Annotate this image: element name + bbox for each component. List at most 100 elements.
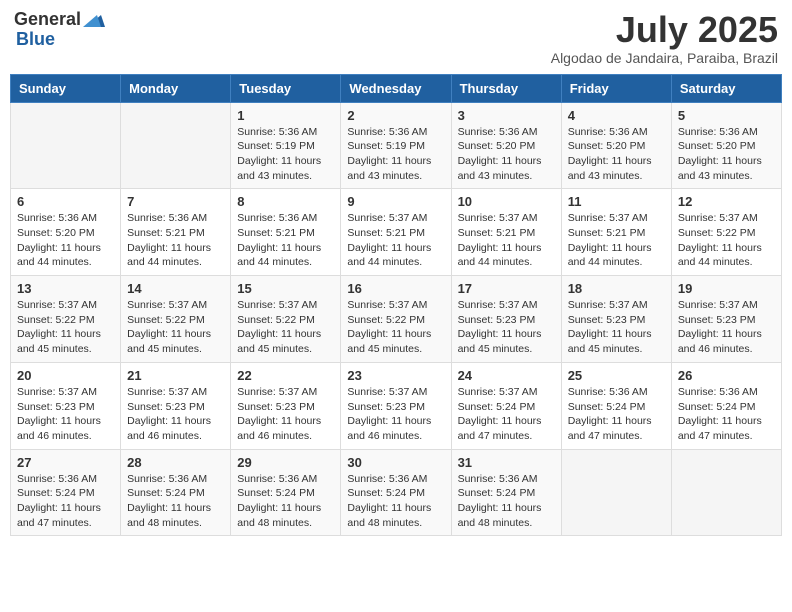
title-section: July 2025 Algodao de Jandaira, Paraiba, … bbox=[551, 10, 778, 66]
table-row: 20 Sunrise: 5:37 AMSunset: 5:23 PMDayligh… bbox=[11, 362, 121, 449]
calendar-week-row: 13 Sunrise: 5:37 AMSunset: 5:22 PMDayligh… bbox=[11, 276, 782, 363]
day-info: Sunrise: 5:37 AMSunset: 5:23 PMDaylight:… bbox=[17, 385, 114, 444]
day-number: 11 bbox=[568, 194, 665, 209]
table-row bbox=[671, 449, 781, 536]
calendar-week-row: 1Sunrise: 5:36 AMSunset: 5:19 PMDaylight… bbox=[11, 102, 782, 189]
table-row: 23 Sunrise: 5:37 AMSunset: 5:23 PMDayligh… bbox=[341, 362, 451, 449]
day-number: 18 bbox=[568, 281, 665, 296]
table-row: 22 Sunrise: 5:37 AMSunset: 5:23 PMDayligh… bbox=[231, 362, 341, 449]
month-title: July 2025 bbox=[551, 10, 778, 50]
table-row: 3 Sunrise: 5:36 AMSunset: 5:20 PMDaylight… bbox=[451, 102, 561, 189]
day-info: Sunrise: 5:37 AMSunset: 5:21 PMDaylight:… bbox=[568, 211, 665, 270]
table-row: 5 Sunrise: 5:36 AMSunset: 5:20 PMDaylight… bbox=[671, 102, 781, 189]
table-row: 24 Sunrise: 5:37 AMSunset: 5:24 PMDayligh… bbox=[451, 362, 561, 449]
day-info: Sunrise: 5:37 AMSunset: 5:23 PMDaylight:… bbox=[347, 385, 444, 444]
table-row: 6 Sunrise: 5:36 AMSunset: 5:20 PMDaylight… bbox=[11, 189, 121, 276]
day-info: Sunrise: 5:37 AMSunset: 5:23 PMDaylight:… bbox=[678, 298, 775, 357]
header-friday: Friday bbox=[561, 74, 671, 102]
calendar-week-row: 6 Sunrise: 5:36 AMSunset: 5:20 PMDaylight… bbox=[11, 189, 782, 276]
day-number: 5 bbox=[678, 108, 775, 123]
header-monday: Monday bbox=[121, 74, 231, 102]
table-row: 17 Sunrise: 5:37 AMSunset: 5:23 PMDayligh… bbox=[451, 276, 561, 363]
day-number: 9 bbox=[347, 194, 444, 209]
day-info: Sunrise: 5:36 AMSunset: 5:19 PMDaylight:… bbox=[237, 125, 334, 184]
day-info: Sunrise: 5:36 AMSunset: 5:24 PMDaylight:… bbox=[17, 472, 114, 531]
table-row: 27 Sunrise: 5:36 AMSunset: 5:24 PMDayligh… bbox=[11, 449, 121, 536]
table-row: 18 Sunrise: 5:37 AMSunset: 5:23 PMDayligh… bbox=[561, 276, 671, 363]
table-row: 21 Sunrise: 5:37 AMSunset: 5:23 PMDayligh… bbox=[121, 362, 231, 449]
location-subtitle: Algodao de Jandaira, Paraiba, Brazil bbox=[551, 50, 778, 66]
day-info: Sunrise: 5:36 AMSunset: 5:24 PMDaylight:… bbox=[127, 472, 224, 531]
day-number: 21 bbox=[127, 368, 224, 383]
day-number: 4 bbox=[568, 108, 665, 123]
day-number: 7 bbox=[127, 194, 224, 209]
day-info: Sunrise: 5:36 AMSunset: 5:24 PMDaylight:… bbox=[458, 472, 555, 531]
day-number: 15 bbox=[237, 281, 334, 296]
calendar-header-row: Sunday Monday Tuesday Wednesday Thursday… bbox=[11, 74, 782, 102]
table-row: 31 Sunrise: 5:36 AMSunset: 5:24 PMDayligh… bbox=[451, 449, 561, 536]
table-row: 14Sunrise: 5:37 AMSunset: 5:22 PMDayligh… bbox=[121, 276, 231, 363]
page-header: General Blue July 2025 Algodao de Jandai… bbox=[10, 10, 782, 66]
logo-general-text: General bbox=[14, 10, 81, 30]
table-row: 9Sunrise: 5:37 AMSunset: 5:21 PMDaylight… bbox=[341, 189, 451, 276]
day-number: 25 bbox=[568, 368, 665, 383]
day-info: Sunrise: 5:36 AMSunset: 5:24 PMDaylight:… bbox=[678, 385, 775, 444]
header-saturday: Saturday bbox=[671, 74, 781, 102]
header-tuesday: Tuesday bbox=[231, 74, 341, 102]
day-info: Sunrise: 5:37 AMSunset: 5:22 PMDaylight:… bbox=[678, 211, 775, 270]
day-number: 22 bbox=[237, 368, 334, 383]
day-number: 16 bbox=[347, 281, 444, 296]
table-row: 8 Sunrise: 5:36 AMSunset: 5:21 PMDaylight… bbox=[231, 189, 341, 276]
day-info: Sunrise: 5:36 AMSunset: 5:20 PMDaylight:… bbox=[678, 125, 775, 184]
day-number: 3 bbox=[458, 108, 555, 123]
day-number: 17 bbox=[458, 281, 555, 296]
day-info: Sunrise: 5:36 AMSunset: 5:20 PMDaylight:… bbox=[458, 125, 555, 184]
calendar-week-row: 20 Sunrise: 5:37 AMSunset: 5:23 PMDayligh… bbox=[11, 362, 782, 449]
day-number: 8 bbox=[237, 194, 334, 209]
day-number: 6 bbox=[17, 194, 114, 209]
day-info: Sunrise: 5:37 AMSunset: 5:23 PMDaylight:… bbox=[127, 385, 224, 444]
day-number: 19 bbox=[678, 281, 775, 296]
day-info: Sunrise: 5:37 AMSunset: 5:24 PMDaylight:… bbox=[458, 385, 555, 444]
day-number: 31 bbox=[458, 455, 555, 470]
day-info: Sunrise: 5:36 AMSunset: 5:19 PMDaylight:… bbox=[347, 125, 444, 184]
table-row bbox=[121, 102, 231, 189]
day-number: 26 bbox=[678, 368, 775, 383]
logo: General Blue bbox=[14, 10, 105, 50]
day-number: 30 bbox=[347, 455, 444, 470]
day-info: Sunrise: 5:37 AMSunset: 5:23 PMDaylight:… bbox=[568, 298, 665, 357]
day-info: Sunrise: 5:36 AMSunset: 5:24 PMDaylight:… bbox=[568, 385, 665, 444]
table-row: 1Sunrise: 5:36 AMSunset: 5:19 PMDaylight… bbox=[231, 102, 341, 189]
day-number: 12 bbox=[678, 194, 775, 209]
day-number: 24 bbox=[458, 368, 555, 383]
day-number: 20 bbox=[17, 368, 114, 383]
table-row: 25 Sunrise: 5:36 AMSunset: 5:24 PMDayligh… bbox=[561, 362, 671, 449]
day-number: 2 bbox=[347, 108, 444, 123]
day-number: 10 bbox=[458, 194, 555, 209]
calendar-table: Sunday Monday Tuesday Wednesday Thursday… bbox=[10, 74, 782, 537]
table-row: 28Sunrise: 5:36 AMSunset: 5:24 PMDayligh… bbox=[121, 449, 231, 536]
table-row: 30Sunrise: 5:36 AMSunset: 5:24 PMDayligh… bbox=[341, 449, 451, 536]
day-info: Sunrise: 5:37 AMSunset: 5:22 PMDaylight:… bbox=[347, 298, 444, 357]
day-number: 29 bbox=[237, 455, 334, 470]
day-info: Sunrise: 5:36 AMSunset: 5:21 PMDaylight:… bbox=[237, 211, 334, 270]
day-info: Sunrise: 5:36 AMSunset: 5:20 PMDaylight:… bbox=[17, 211, 114, 270]
day-number: 23 bbox=[347, 368, 444, 383]
day-number: 27 bbox=[17, 455, 114, 470]
table-row: 10Sunrise: 5:37 AMSunset: 5:21 PMDayligh… bbox=[451, 189, 561, 276]
header-sunday: Sunday bbox=[11, 74, 121, 102]
table-row: 19 Sunrise: 5:37 AMSunset: 5:23 PMDayligh… bbox=[671, 276, 781, 363]
day-info: Sunrise: 5:37 AMSunset: 5:22 PMDaylight:… bbox=[17, 298, 114, 357]
table-row: 11 Sunrise: 5:37 AMSunset: 5:21 PMDayligh… bbox=[561, 189, 671, 276]
day-info: Sunrise: 5:37 AMSunset: 5:23 PMDaylight:… bbox=[237, 385, 334, 444]
header-thursday: Thursday bbox=[451, 74, 561, 102]
calendar-week-row: 27 Sunrise: 5:36 AMSunset: 5:24 PMDayligh… bbox=[11, 449, 782, 536]
day-number: 14 bbox=[127, 281, 224, 296]
table-row: 15Sunrise: 5:37 AMSunset: 5:22 PMDayligh… bbox=[231, 276, 341, 363]
logo-blue-text: Blue bbox=[16, 30, 105, 50]
table-row: 29Sunrise: 5:36 AMSunset: 5:24 PMDayligh… bbox=[231, 449, 341, 536]
day-info: Sunrise: 5:37 AMSunset: 5:23 PMDaylight:… bbox=[458, 298, 555, 357]
day-number: 13 bbox=[17, 281, 114, 296]
table-row bbox=[11, 102, 121, 189]
header-wednesday: Wednesday bbox=[341, 74, 451, 102]
